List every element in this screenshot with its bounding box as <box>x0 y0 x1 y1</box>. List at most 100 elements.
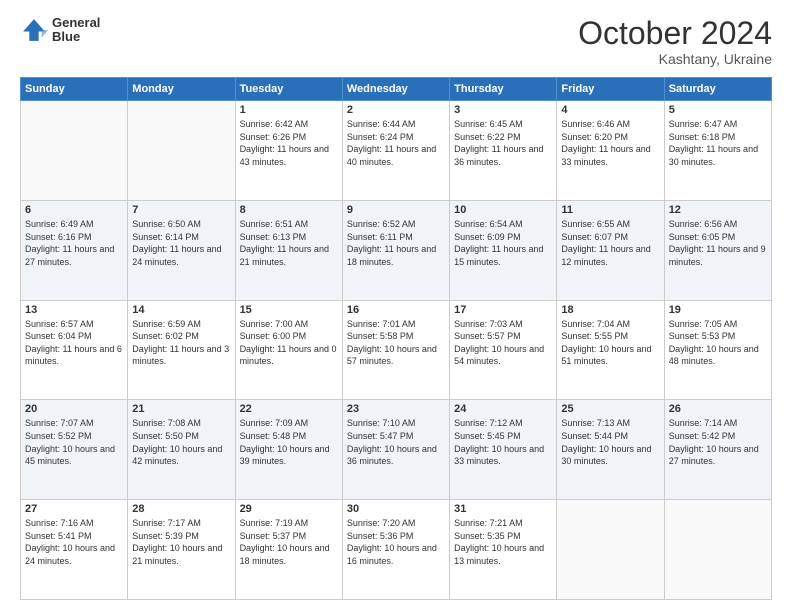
day-number: 19 <box>669 304 767 316</box>
calendar-cell: 21Sunrise: 7:08 AM Sunset: 5:50 PM Dayli… <box>128 400 235 500</box>
day-number: 6 <box>25 204 123 216</box>
day-number: 22 <box>240 403 338 415</box>
day-number: 29 <box>240 503 338 515</box>
day-number: 8 <box>240 204 338 216</box>
day-info: Sunrise: 6:44 AM Sunset: 6:24 PM Dayligh… <box>347 118 445 168</box>
calendar-week-5: 27 Sunrise: 7:16 AM Sunset: 5:41 PM Dayli… <box>21 500 772 600</box>
header-sunday: Sunday <box>21 78 128 101</box>
day-info: Sunrise: 7:04 AM Sunset: 5:55 PM Dayligh… <box>561 318 659 368</box>
calendar-cell: 27 Sunrise: 7:16 AM Sunset: 5:41 PM Dayli… <box>21 500 128 600</box>
header: General Blue October 2024 Kashtany, Ukra… <box>20 16 772 67</box>
calendar-table: Sunday Monday Tuesday Wednesday Thursday… <box>20 77 772 600</box>
day-info: Sunrise: 7:10 AM Sunset: 5:47 PM Dayligh… <box>347 417 445 467</box>
calendar-cell: 25 Sunrise: 7:13 AM Sunset: 5:44 PM Dayli… <box>557 400 664 500</box>
header-monday: Monday <box>128 78 235 101</box>
day-info: Sunrise: 6:57 AM Sunset: 6:04 PM Dayligh… <box>25 318 123 368</box>
day-info: Sunrise: 7:19 AM Sunset: 5:37 PM Dayligh… <box>240 517 338 567</box>
day-info: Sunrise: 7:14 AM Sunset: 5:42 PM Dayligh… <box>669 417 767 467</box>
calendar-cell: 24Sunrise: 7:12 AM Sunset: 5:45 PM Dayli… <box>450 400 557 500</box>
day-info: Sunrise: 7:21 AM Sunset: 5:35 PM Dayligh… <box>454 517 552 567</box>
day-number: 2 <box>347 104 445 116</box>
calendar-cell: 10 Sunrise: 6:54 AM Sunset: 6:09 PM Dayli… <box>450 200 557 300</box>
day-number: 13 <box>25 304 123 316</box>
calendar-cell: 23 Sunrise: 7:10 AM Sunset: 5:47 PM Dayli… <box>342 400 449 500</box>
day-info: Sunrise: 6:50 AM Sunset: 6:14 PM Dayligh… <box>132 218 230 268</box>
day-number: 26 <box>669 403 767 415</box>
day-info: Sunrise: 7:01 AM Sunset: 5:58 PM Dayligh… <box>347 318 445 368</box>
calendar-cell: 3Sunrise: 6:45 AM Sunset: 6:22 PM Daylig… <box>450 101 557 201</box>
logo-line1: General <box>52 16 100 30</box>
calendar-cell: 4 Sunrise: 6:46 AM Sunset: 6:20 PM Daylig… <box>557 101 664 201</box>
day-info: Sunrise: 7:03 AM Sunset: 5:57 PM Dayligh… <box>454 318 552 368</box>
calendar-cell <box>21 101 128 201</box>
calendar-cell: 11 Sunrise: 6:55 AM Sunset: 6:07 PM Dayli… <box>557 200 664 300</box>
location: Kashtany, Ukraine <box>578 51 772 67</box>
calendar-cell: 28Sunrise: 7:17 AM Sunset: 5:39 PM Dayli… <box>128 500 235 600</box>
day-info: Sunrise: 6:42 AM Sunset: 6:26 PM Dayligh… <box>240 118 338 168</box>
calendar-cell: 20Sunrise: 7:07 AM Sunset: 5:52 PM Dayli… <box>21 400 128 500</box>
header-thursday: Thursday <box>450 78 557 101</box>
calendar-cell <box>128 101 235 201</box>
calendar-week-2: 6 Sunrise: 6:49 AM Sunset: 6:16 PM Daylig… <box>21 200 772 300</box>
calendar-cell: 15 Sunrise: 7:00 AM Sunset: 6:00 PM Dayli… <box>235 300 342 400</box>
calendar-cell <box>557 500 664 600</box>
calendar-week-4: 20Sunrise: 7:07 AM Sunset: 5:52 PM Dayli… <box>21 400 772 500</box>
day-number: 12 <box>669 204 767 216</box>
day-info: Sunrise: 7:16 AM Sunset: 5:41 PM Dayligh… <box>25 517 123 567</box>
calendar-header-row: Sunday Monday Tuesday Wednesday Thursday… <box>21 78 772 101</box>
day-info: Sunrise: 6:47 AM Sunset: 6:18 PM Dayligh… <box>669 118 767 168</box>
day-number: 30 <box>347 503 445 515</box>
day-number: 16 <box>347 304 445 316</box>
day-info: Sunrise: 7:00 AM Sunset: 6:00 PM Dayligh… <box>240 318 338 368</box>
day-info: Sunrise: 7:05 AM Sunset: 5:53 PM Dayligh… <box>669 318 767 368</box>
calendar-week-3: 13 Sunrise: 6:57 AM Sunset: 6:04 PM Dayli… <box>21 300 772 400</box>
calendar-cell: 5 Sunrise: 6:47 AM Sunset: 6:18 PM Daylig… <box>664 101 771 201</box>
day-number: 27 <box>25 503 123 515</box>
day-info: Sunrise: 6:45 AM Sunset: 6:22 PM Dayligh… <box>454 118 552 168</box>
day-number: 17 <box>454 304 552 316</box>
day-info: Sunrise: 6:55 AM Sunset: 6:07 PM Dayligh… <box>561 218 659 268</box>
day-number: 18 <box>561 304 659 316</box>
day-info: Sunrise: 6:52 AM Sunset: 6:11 PM Dayligh… <box>347 218 445 268</box>
header-friday: Friday <box>557 78 664 101</box>
day-info: Sunrise: 6:59 AM Sunset: 6:02 PM Dayligh… <box>132 318 230 368</box>
calendar-cell: 16 Sunrise: 7:01 AM Sunset: 5:58 PM Dayli… <box>342 300 449 400</box>
header-tuesday: Tuesday <box>235 78 342 101</box>
day-number: 14 <box>132 304 230 316</box>
day-number: 23 <box>347 403 445 415</box>
calendar-cell: 19 Sunrise: 7:05 AM Sunset: 5:53 PM Dayli… <box>664 300 771 400</box>
day-info: Sunrise: 6:56 AM Sunset: 6:05 PM Dayligh… <box>669 218 767 268</box>
calendar-cell: 7 Sunrise: 6:50 AM Sunset: 6:14 PM Daylig… <box>128 200 235 300</box>
day-number: 1 <box>240 104 338 116</box>
calendar-cell: 26 Sunrise: 7:14 AM Sunset: 5:42 PM Dayli… <box>664 400 771 500</box>
calendar-cell <box>664 500 771 600</box>
calendar-cell: 30 Sunrise: 7:20 AM Sunset: 5:36 PM Dayli… <box>342 500 449 600</box>
day-number: 10 <box>454 204 552 216</box>
day-number: 15 <box>240 304 338 316</box>
day-info: Sunrise: 7:08 AM Sunset: 5:50 PM Dayligh… <box>132 417 230 467</box>
calendar-cell: 1 Sunrise: 6:42 AM Sunset: 6:26 PM Daylig… <box>235 101 342 201</box>
calendar-cell: 6 Sunrise: 6:49 AM Sunset: 6:16 PM Daylig… <box>21 200 128 300</box>
calendar-cell: 31 Sunrise: 7:21 AM Sunset: 5:35 PM Dayli… <box>450 500 557 600</box>
logo-text: General Blue <box>52 16 100 45</box>
day-info: Sunrise: 6:46 AM Sunset: 6:20 PM Dayligh… <box>561 118 659 168</box>
day-info: Sunrise: 6:54 AM Sunset: 6:09 PM Dayligh… <box>454 218 552 268</box>
day-number: 11 <box>561 204 659 216</box>
calendar-cell: 8 Sunrise: 6:51 AM Sunset: 6:13 PM Daylig… <box>235 200 342 300</box>
day-info: Sunrise: 7:13 AM Sunset: 5:44 PM Dayligh… <box>561 417 659 467</box>
day-number: 4 <box>561 104 659 116</box>
day-number: 5 <box>669 104 767 116</box>
calendar-cell: 29 Sunrise: 7:19 AM Sunset: 5:37 PM Dayli… <box>235 500 342 600</box>
month-title: October 2024 <box>578 16 772 51</box>
day-info: Sunrise: 7:07 AM Sunset: 5:52 PM Dayligh… <box>25 417 123 467</box>
day-info: Sunrise: 7:20 AM Sunset: 5:36 PM Dayligh… <box>347 517 445 567</box>
logo-icon <box>20 16 48 44</box>
day-info: Sunrise: 6:51 AM Sunset: 6:13 PM Dayligh… <box>240 218 338 268</box>
header-wednesday: Wednesday <box>342 78 449 101</box>
day-number: 24 <box>454 403 552 415</box>
calendar-cell: 12 Sunrise: 6:56 AM Sunset: 6:05 PM Dayli… <box>664 200 771 300</box>
day-info: Sunrise: 6:49 AM Sunset: 6:16 PM Dayligh… <box>25 218 123 268</box>
day-number: 7 <box>132 204 230 216</box>
day-number: 25 <box>561 403 659 415</box>
day-number: 31 <box>454 503 552 515</box>
